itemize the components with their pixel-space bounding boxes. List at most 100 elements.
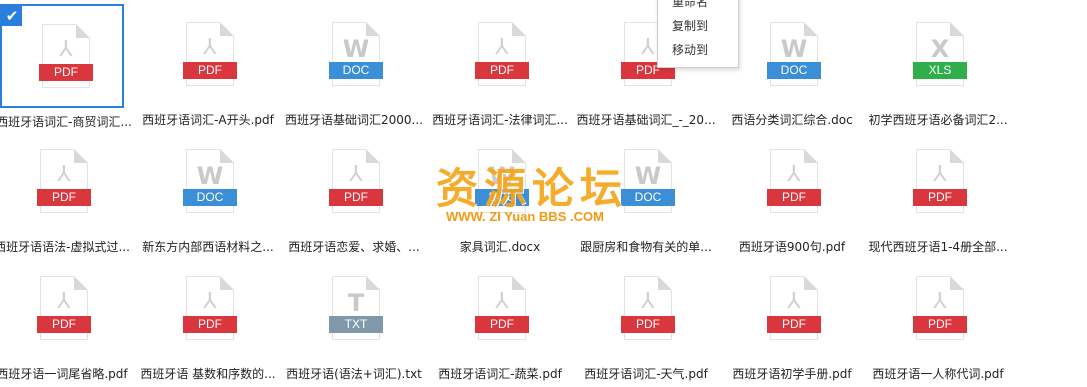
file-item[interactable]: ✔WDOC西语分类词汇综合.doc <box>730 4 854 127</box>
file-item[interactable]: ✔⅄PDF西班牙语恋爱、求婚、... <box>288 131 420 254</box>
file-name-label: 西班牙语(语法+词汇).txt <box>286 367 422 381</box>
pdf-acrobat-icon: ⅄ PDF <box>767 149 821 213</box>
page-fold <box>366 149 380 163</box>
file-type-glyph: ⅄ <box>933 289 947 314</box>
file-type-badge: XLS <box>913 62 967 79</box>
pdf-acrobat-icon: ⅄ PDF <box>37 276 91 340</box>
file-name-label: 西班牙语一词尾省略.pdf <box>0 367 128 381</box>
page-fold <box>74 149 88 163</box>
pdf-acrobat-icon: ⅄ PDF <box>183 276 237 340</box>
file-type-glyph: ⅄ <box>59 37 73 62</box>
file-type-badge: PDF <box>767 189 821 206</box>
file-item[interactable]: ✔⅄PDF西班牙语词汇-天气.pdf <box>584 258 708 381</box>
file-name-label: 西班牙语初学手册.pdf <box>732 367 852 381</box>
file-type-badge: PDF <box>37 189 91 206</box>
file-item[interactable]: ✔⅄PDF现代西班牙语1-4册全部... <box>868 131 1008 254</box>
file-item[interactable]: ✔⅄PDF西班牙语语法-虚拟式过... <box>0 131 130 254</box>
file-type-badge: PDF <box>621 316 675 333</box>
file-name-label: 现代西班牙语1-4册全部... <box>868 240 1008 254</box>
page-fold <box>220 149 234 163</box>
context-menu: 重命名 复制到 移动到 <box>657 0 739 68</box>
file-type-glyph: ⅄ <box>495 35 509 60</box>
file-item[interactable]: ✔ ⅄ PDF 西班牙语词汇-商贸词汇... <box>0 4 132 129</box>
file-type-glyph: ⅄ <box>787 289 801 314</box>
file-type-badge: DOC <box>475 189 529 206</box>
text-file-icon: T TXT <box>329 276 383 340</box>
page-fold <box>366 276 380 290</box>
pdf-acrobat-icon: ⅄ PDF <box>913 149 967 213</box>
file-type-badge: DOC <box>621 189 675 206</box>
menu-item-move-to[interactable]: 移动到 <box>672 41 708 58</box>
page-fold <box>804 149 818 163</box>
file-name-label: 西班牙语900句.pdf <box>738 240 846 254</box>
file-item[interactable]: ✔WDOC跟厨房和食物有关的单... <box>580 131 712 254</box>
file-item[interactable]: ✔⅄PDF西班牙语初学手册.pdf <box>730 258 854 381</box>
file-item[interactable]: ✔TTXT西班牙语(语法+词汇).txt <box>286 258 422 381</box>
file-name-label: 西班牙语词汇-商贸词汇... <box>0 115 132 129</box>
file-type-badge: DOC <box>329 62 383 79</box>
file-item[interactable]: ✔⅄PDF西班牙语词汇-A开头.pdf <box>142 4 274 127</box>
file-item[interactable]: ✔⅄PDF西班牙语一人称代词.pdf <box>872 258 1004 381</box>
page-fold <box>950 276 964 290</box>
file-type-glyph: ⅄ <box>349 162 363 187</box>
file-item[interactable]: ✔⅄PDF西班牙语900句.pdf <box>730 131 854 254</box>
file-item[interactable]: ✔WDOC家具词汇.docx <box>438 131 562 254</box>
menu-item-copy-to[interactable]: 复制到 <box>672 17 708 34</box>
page-fold <box>658 276 672 290</box>
page-fold <box>804 276 818 290</box>
excel-spreadsheet-icon: X XLS <box>913 22 967 86</box>
file-grid: ✔ ⅄ PDF 西班牙语词汇-商贸词汇...✔ ⅄ PDF 西班牙语词汇-A开头.pdf ✔W… <box>0 0 1087 387</box>
page-fold <box>950 22 964 36</box>
file-name-label: 家具词汇.docx <box>459 240 541 254</box>
file-name-label: 西班牙语恋爱、求婚、... <box>288 240 420 254</box>
file-item[interactable]: ✔XXLS初学西班牙语必备词汇2... <box>868 4 1008 127</box>
file-type-glyph: ⅄ <box>495 289 509 314</box>
file-item[interactable]: ✔⅄PDF西班牙语 基数和序数的... <box>140 258 276 381</box>
menu-item-rename[interactable]: 重命名 <box>672 0 708 10</box>
file-item[interactable]: ✔⅄PDF西班牙语词汇-蔬菜.pdf <box>438 258 562 381</box>
page-fold <box>220 22 234 36</box>
file-type-badge: PDF <box>329 189 383 206</box>
word-document-icon: W DOC <box>621 149 675 213</box>
file-item[interactable]: ✔⅄PDF西班牙语词汇-法律词汇... <box>432 4 568 127</box>
file-item[interactable]: ✔⅄PDF西班牙语一词尾省略.pdf <box>0 258 128 381</box>
file-type-glyph: T <box>347 289 365 317</box>
page-fold <box>74 276 88 290</box>
word-document-icon: W DOC <box>475 149 529 213</box>
file-type-glyph: X <box>930 35 950 63</box>
selected-check-icon[interactable]: ✔ <box>2 6 22 26</box>
file-type-badge: DOC <box>767 62 821 79</box>
file-type-glyph: W <box>780 35 808 63</box>
file-type-badge: PDF <box>913 189 967 206</box>
page-fold <box>512 22 526 36</box>
page-fold <box>76 24 90 38</box>
file-type-glyph: W <box>196 162 224 190</box>
file-name-label: 初学西班牙语必备词汇2... <box>868 113 1008 127</box>
file-name-label: 西班牙语词汇-天气.pdf <box>584 367 708 381</box>
file-type-badge: PDF <box>183 62 237 79</box>
page-fold <box>950 149 964 163</box>
page-fold <box>804 22 818 36</box>
page-fold <box>366 22 380 36</box>
file-name-label: 新东方内部西语材料之... <box>142 240 274 254</box>
file-item[interactable]: ✔WDOC新东方内部西语材料之... <box>142 131 274 254</box>
file-name-label: 西班牙语一人称代词.pdf <box>872 367 1004 381</box>
file-type-badge: PDF <box>39 64 93 81</box>
file-name-label: 西班牙语 基数和序数的... <box>140 367 276 381</box>
file-type-badge: PDF <box>183 316 237 333</box>
file-name-label: 跟厨房和食物有关的单... <box>580 240 712 254</box>
pdf-acrobat-icon: ⅄ PDF <box>913 276 967 340</box>
file-name-label: 西班牙语词汇-A开头.pdf <box>142 113 274 127</box>
file-type-badge: PDF <box>475 62 529 79</box>
file-type-badge: PDF <box>767 316 821 333</box>
file-type-badge: PDF <box>37 316 91 333</box>
file-type-glyph: ⅄ <box>203 35 217 60</box>
file-type-glyph: W <box>488 162 516 190</box>
file-type-badge: PDF <box>913 316 967 333</box>
file-type-glyph: ⅄ <box>787 162 801 187</box>
word-document-icon: W DOC <box>183 149 237 213</box>
pdf-acrobat-icon: ⅄ PDF <box>475 276 529 340</box>
pdf-acrobat-icon: ⅄ PDF <box>37 149 91 213</box>
file-item[interactable]: ✔WDOC西班牙语基础词汇2000... <box>285 4 423 127</box>
pdf-acrobat-icon: ⅄ PDF <box>183 22 237 86</box>
